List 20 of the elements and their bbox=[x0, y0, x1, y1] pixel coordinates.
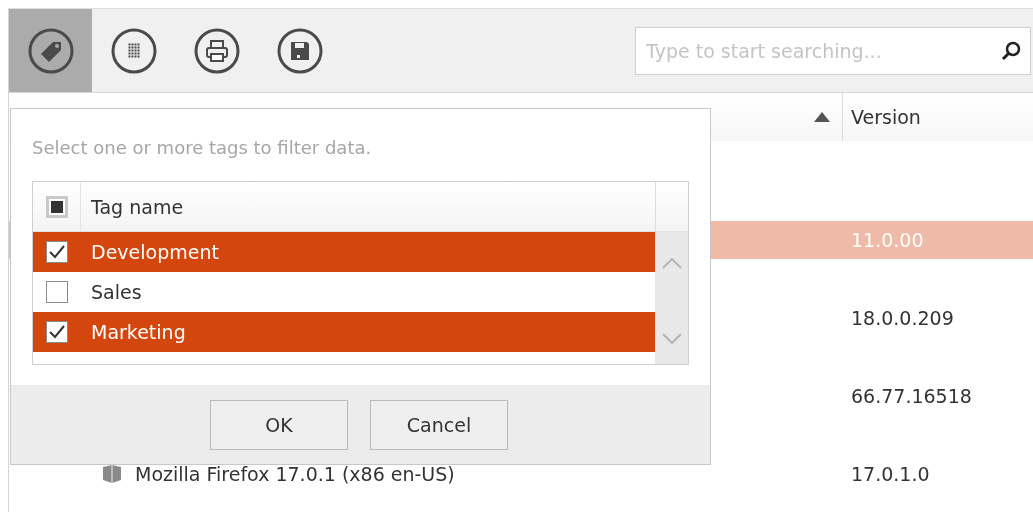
table-cell-text: 17.0.1.0 bbox=[850, 463, 930, 485]
hint-text: Select one or more tags to filter data. bbox=[32, 137, 373, 160]
tag-row[interactable]: Marketing bbox=[33, 312, 655, 352]
search-field[interactable]: Type to start searching... bbox=[635, 26, 1031, 75]
toolbar-button[interactable] bbox=[9, 9, 92, 92]
checkbox[interactable] bbox=[46, 281, 68, 303]
sort-up-icon[interactable] bbox=[814, 112, 830, 122]
checkbox[interactable] bbox=[46, 241, 68, 263]
select-all-checkbox[interactable] bbox=[45, 195, 68, 218]
checkbox[interactable] bbox=[46, 321, 68, 343]
table-cell-text: 66.77.16518 bbox=[850, 385, 972, 407]
dialog-button[interactable]: OK bbox=[210, 399, 348, 450]
column-header: Tag name bbox=[90, 195, 184, 218]
tag-row[interactable]: Development bbox=[33, 232, 655, 272]
table-cell-text: 18.0.0.209 bbox=[850, 307, 954, 329]
dialog-button[interactable]: Cancel bbox=[370, 399, 508, 450]
column-header[interactable]: Version bbox=[851, 106, 921, 128]
table-cell: Mozilla Firefox 17.0.1 (x86 en-US) bbox=[135, 463, 455, 485]
table-cell-text: 11.0.00 bbox=[850, 229, 924, 251]
search-icon[interactable] bbox=[1000, 39, 1022, 62]
